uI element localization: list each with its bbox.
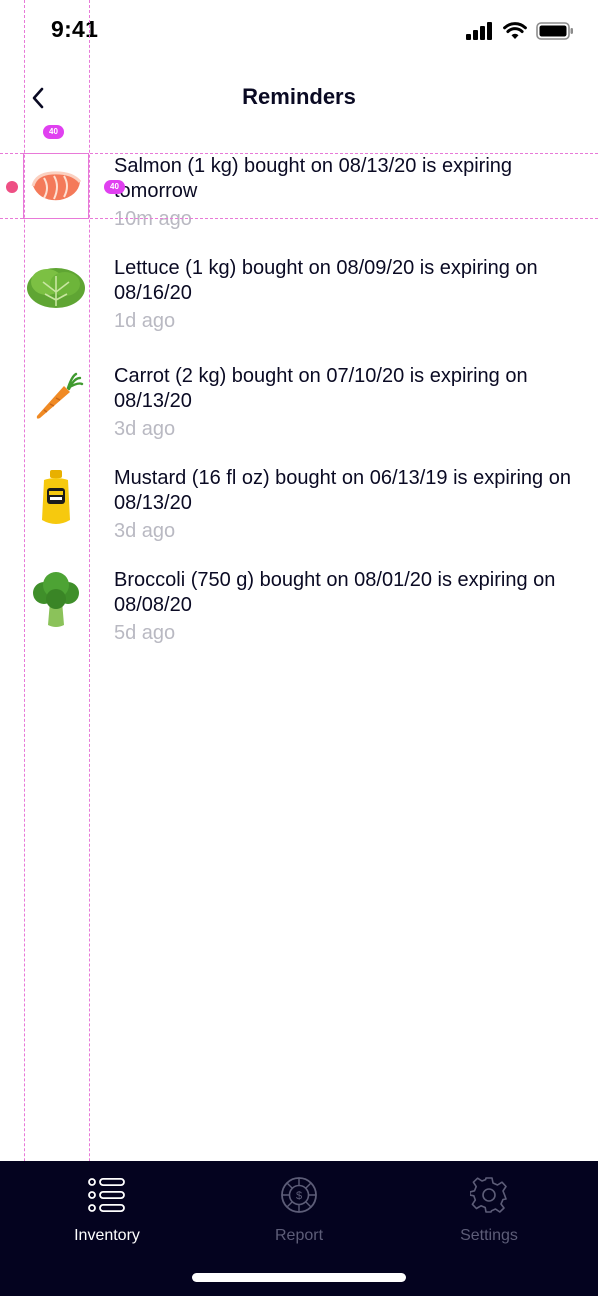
- tab-settings[interactable]: Settings: [409, 1175, 569, 1255]
- unread-dot: [6, 181, 18, 193]
- list-icon: [87, 1175, 127, 1215]
- reminder-text: Salmon (1 kg) bought on 08/13/20 is expi…: [114, 155, 513, 202]
- dollar-coin-icon: $: [279, 1175, 319, 1215]
- tab-bar: Inventory $ Report Settings: [0, 1161, 598, 1296]
- mustard-icon: [42, 470, 70, 524]
- reminder-item-lettuce[interactable]: Lettuce (1 kg) bought on 08/09/20 is exp…: [0, 252, 598, 342]
- lettuce-thumbnail: [24, 256, 88, 320]
- reminder-text: Carrot (2 kg) bought on 07/10/20 is expi…: [114, 365, 528, 412]
- mustard-thumbnail: [24, 466, 88, 530]
- wifi-icon: [503, 22, 527, 39]
- reminder-time: 5d ago: [114, 622, 176, 644]
- tab-inventory[interactable]: Inventory: [27, 1175, 187, 1255]
- reminder-time: 3d ago: [114, 520, 176, 542]
- reminder-item-mustard[interactable]: Mustard (16 fl oz) bought on 06/13/19 is…: [0, 462, 598, 552]
- lettuce-icon: [27, 268, 85, 308]
- measure-badge-width: 40: [43, 125, 64, 139]
- tab-label: Report: [274, 1227, 324, 1244]
- status-time: 9:41: [51, 16, 99, 42]
- status-bar: 9:41: [0, 0, 598, 64]
- carrot-icon: [36, 372, 84, 419]
- page-title: Reminders: [242, 84, 356, 109]
- broccoli-thumbnail: [24, 568, 88, 632]
- svg-text:$: $: [296, 1190, 302, 1202]
- home-indicator: [192, 1273, 406, 1282]
- reminder-time: 3d ago: [114, 418, 176, 440]
- reminder-item-carrot[interactable]: Carrot (2 kg) bought on 07/10/20 is expi…: [0, 360, 598, 450]
- reminder-time: 10m ago: [114, 208, 192, 230]
- reminder-text: Broccoli (750 g) bought on 08/01/20 is e…: [114, 569, 556, 616]
- cellular-signal-icon: [466, 22, 492, 40]
- reminder-text: Lettuce (1 kg) bought on 08/09/20 is exp…: [114, 257, 538, 304]
- broccoli-icon: [33, 572, 79, 627]
- reminder-item-salmon[interactable]: Salmon (1 kg) bought on 08/13/20 is expi…: [0, 150, 598, 240]
- battery-icon: [536, 22, 573, 40]
- reminder-text: Mustard (16 fl oz) bought on 06/13/19 is…: [114, 467, 571, 514]
- reminder-time: 1d ago: [114, 310, 176, 332]
- gear-icon: [469, 1175, 509, 1215]
- reminder-item-broccoli[interactable]: Broccoli (750 g) bought on 08/01/20 is e…: [0, 564, 598, 654]
- salmon-thumbnail: [23, 153, 89, 219]
- nav-bar: Reminders: [0, 70, 598, 126]
- status-icons: [466, 22, 574, 40]
- tab-label: Settings: [460, 1227, 518, 1244]
- measure-badge-height: 40: [104, 180, 125, 194]
- tab-report[interactable]: $ Report: [219, 1175, 379, 1255]
- salmon-icon: [31, 171, 82, 201]
- carrot-thumbnail: [24, 364, 88, 428]
- tab-label: Inventory: [74, 1227, 140, 1244]
